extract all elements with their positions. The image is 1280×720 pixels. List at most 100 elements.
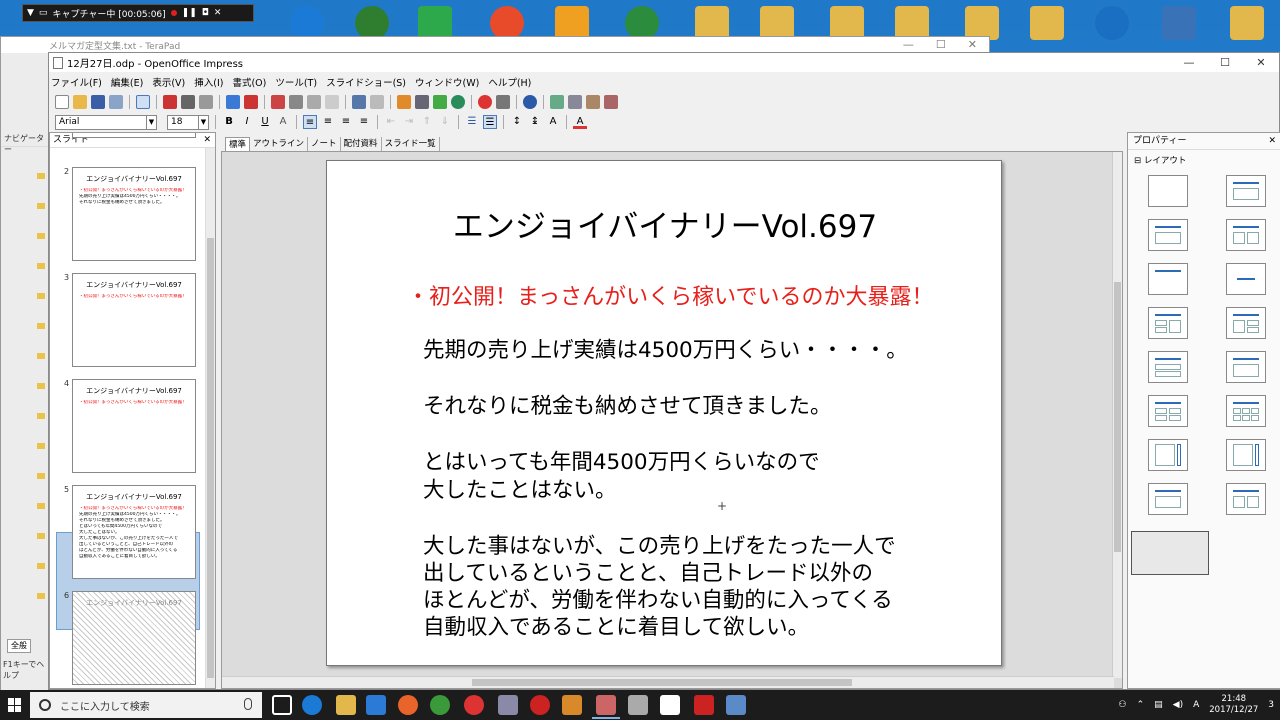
record-app-icon[interactable]: [530, 695, 550, 715]
layout-content-over[interactable]: [1148, 351, 1188, 383]
app-icon[interactable]: [464, 695, 484, 715]
font-color-icon[interactable]: A: [573, 115, 587, 129]
slide-design-icon[interactable]: [568, 95, 582, 109]
layout-title-only-2[interactable]: [1148, 263, 1188, 295]
menu-view[interactable]: 表示(V): [152, 75, 185, 89]
close-button[interactable]: ✕: [1243, 53, 1279, 72]
layout-six-content[interactable]: [1226, 395, 1266, 427]
menu-file[interactable]: ファイル(F): [51, 75, 102, 89]
capture-menu-icon[interactable]: ▼: [27, 8, 34, 18]
winzip-icon[interactable]: [1162, 6, 1196, 40]
collapse-icon[interactable]: ⊟: [1134, 156, 1141, 166]
app-icon[interactable]: [726, 695, 746, 715]
slide-body-line[interactable]: 先期の売り上げ実績は4500万円くらい・・・・。: [423, 337, 908, 364]
edit-file-icon[interactable]: [136, 95, 150, 109]
impress-taskbar-icon[interactable]: [596, 695, 616, 715]
scroll-thumb[interactable]: [207, 238, 214, 678]
redo-icon[interactable]: [370, 95, 384, 109]
layout-vertical-title-text[interactable]: [1148, 439, 1188, 471]
move-down-icon[interactable]: ⇓: [438, 115, 452, 129]
maximize-icon[interactable]: ☐: [936, 38, 946, 51]
underline-button[interactable]: U: [258, 115, 272, 129]
font-name-select[interactable]: Arial ▼: [55, 114, 157, 130]
layout-title-vertical-text[interactable]: [1148, 483, 1188, 515]
spellcheck-icon[interactable]: [226, 95, 240, 109]
quicktime-icon[interactable]: [1095, 6, 1129, 40]
justify-icon[interactable]: ≡: [357, 115, 371, 129]
indent-right-icon[interactable]: ⇥: [402, 115, 416, 129]
terapad-taskbar-icon[interactable]: [628, 695, 648, 715]
chevron-up-icon[interactable]: ⌃: [1137, 700, 1145, 710]
layout-blank[interactable]: [1148, 175, 1188, 207]
print-icon[interactable]: [181, 95, 195, 109]
slideshow-icon[interactable]: [604, 95, 618, 109]
terapad-title[interactable]: メルマガ定型文集.txt - TeraPad: [1, 37, 989, 53]
menu-tools[interactable]: ツール(T): [275, 75, 317, 89]
ie-icon[interactable]: [302, 695, 322, 715]
explorer-icon[interactable]: [336, 695, 356, 715]
cut-icon[interactable]: [271, 95, 285, 109]
clock[interactable]: 21:48 2017/12/27: [1209, 694, 1258, 716]
paragraph-spacing-icon[interactable]: ↨: [528, 115, 542, 129]
layout-title-vertical-two[interactable]: [1226, 483, 1266, 515]
close-icon[interactable]: ✕: [968, 38, 977, 51]
indent-left-icon[interactable]: ⇤: [384, 115, 398, 129]
editor-horizontal-scrollbar[interactable]: [222, 676, 1114, 688]
slide-body-line[interactable]: 自動収入であることに着目して欲しい。: [423, 614, 809, 641]
volume-icon[interactable]: ◀): [1173, 700, 1183, 710]
search-input[interactable]: ここに入力して検索: [30, 692, 262, 718]
chevron-down-icon[interactable]: ▼: [146, 115, 156, 129]
capture-toolbar[interactable]: ▼ ▭ キャプチャー中 [00:05:06] ❚❚ ◘ ✕: [22, 4, 254, 22]
chrome-icon[interactable]: [430, 695, 450, 715]
align-center-icon[interactable]: ≡: [321, 115, 335, 129]
menu-slideshow[interactable]: スライドショー(S): [326, 75, 406, 89]
photos-icon[interactable]: [660, 695, 680, 715]
windows-start-icon[interactable]: [8, 698, 22, 712]
line-spacing-icon[interactable]: ☰: [483, 115, 497, 129]
folder-icon[interactable]: [760, 6, 794, 40]
folder-icon[interactable]: [965, 6, 999, 40]
firefox-icon[interactable]: [398, 695, 418, 715]
export-pdf-icon[interactable]: [163, 95, 177, 109]
close-icon[interactable]: ✕: [203, 133, 211, 147]
media-icon[interactable]: [562, 695, 582, 715]
slide-body-line[interactable]: とはいっても年間4500万円くらいなので: [423, 449, 820, 476]
folder-icon[interactable]: [895, 6, 929, 40]
layout-two-content[interactable]: [1226, 219, 1266, 251]
minimize-icon[interactable]: —: [903, 38, 914, 51]
maximize-button[interactable]: ☐: [1207, 53, 1243, 72]
slide-body-line[interactable]: 大した事はないが、この売り上げをたった一人で: [423, 533, 896, 560]
tab-slide-sorter[interactable]: スライド一覧: [382, 137, 440, 151]
align-left-icon[interactable]: ≡: [303, 115, 317, 129]
slide-canvas[interactable]: エンジョイバイナリーVol.697 ・初公開！まっさんがいくら稼いでいるのか大暴…: [326, 160, 1002, 666]
scroll-thumb[interactable]: [1114, 282, 1121, 552]
save-icon[interactable]: [91, 95, 105, 109]
paste-icon[interactable]: [307, 95, 321, 109]
menu-help[interactable]: ヘルプ(H): [488, 75, 531, 89]
people-icon[interactable]: ⚇: [1119, 700, 1127, 710]
open-folder-icon[interactable]: [73, 95, 87, 109]
bullets-icon[interactable]: ☰: [465, 115, 479, 129]
align-right-icon[interactable]: ≡: [339, 115, 353, 129]
folder-icon[interactable]: [830, 6, 864, 40]
shadow-button[interactable]: A: [276, 115, 290, 129]
slide-panel-scrollbar[interactable]: [205, 148, 215, 688]
slide-body-line[interactable]: ほとんどが、労働を伴わない自動的に入ってくる: [423, 587, 893, 614]
copy-icon[interactable]: [289, 95, 303, 109]
image-icon[interactable]: [433, 95, 447, 109]
slide-body-line[interactable]: 大したことはない。: [423, 477, 617, 504]
chevron-down-icon[interactable]: ▼: [198, 115, 208, 129]
slide-thumbnail[interactable]: エンジョイバイナリーVol.697 ・初公開！まっさんがいくら稼いでいるのか大暴…: [72, 167, 196, 261]
layout-content-two[interactable]: [1148, 307, 1188, 339]
layout-four-content[interactable]: [1148, 395, 1188, 427]
new-document-icon[interactable]: [55, 95, 69, 109]
bold-button[interactable]: B: [222, 115, 236, 129]
minimize-button[interactable]: —: [1171, 53, 1207, 72]
slide-thumbnail-selected[interactable]: エンジョイバイナリーVol.697 ・初公開！まっさんがいくら稼いでいるのか大暴…: [72, 485, 196, 579]
editor-vertical-scrollbar[interactable]: [1112, 152, 1122, 678]
table-icon[interactable]: [415, 95, 429, 109]
slide-thumbnail-hidden[interactable]: エンジョイバイナリーVol.697: [72, 591, 196, 685]
ie-desktop-icon[interactable]: [290, 6, 324, 40]
layout-section-header[interactable]: ⊟ レイアウト: [1128, 150, 1280, 170]
slide-body-line[interactable]: それなりに税金も納めさせて頂きました。: [423, 393, 832, 420]
